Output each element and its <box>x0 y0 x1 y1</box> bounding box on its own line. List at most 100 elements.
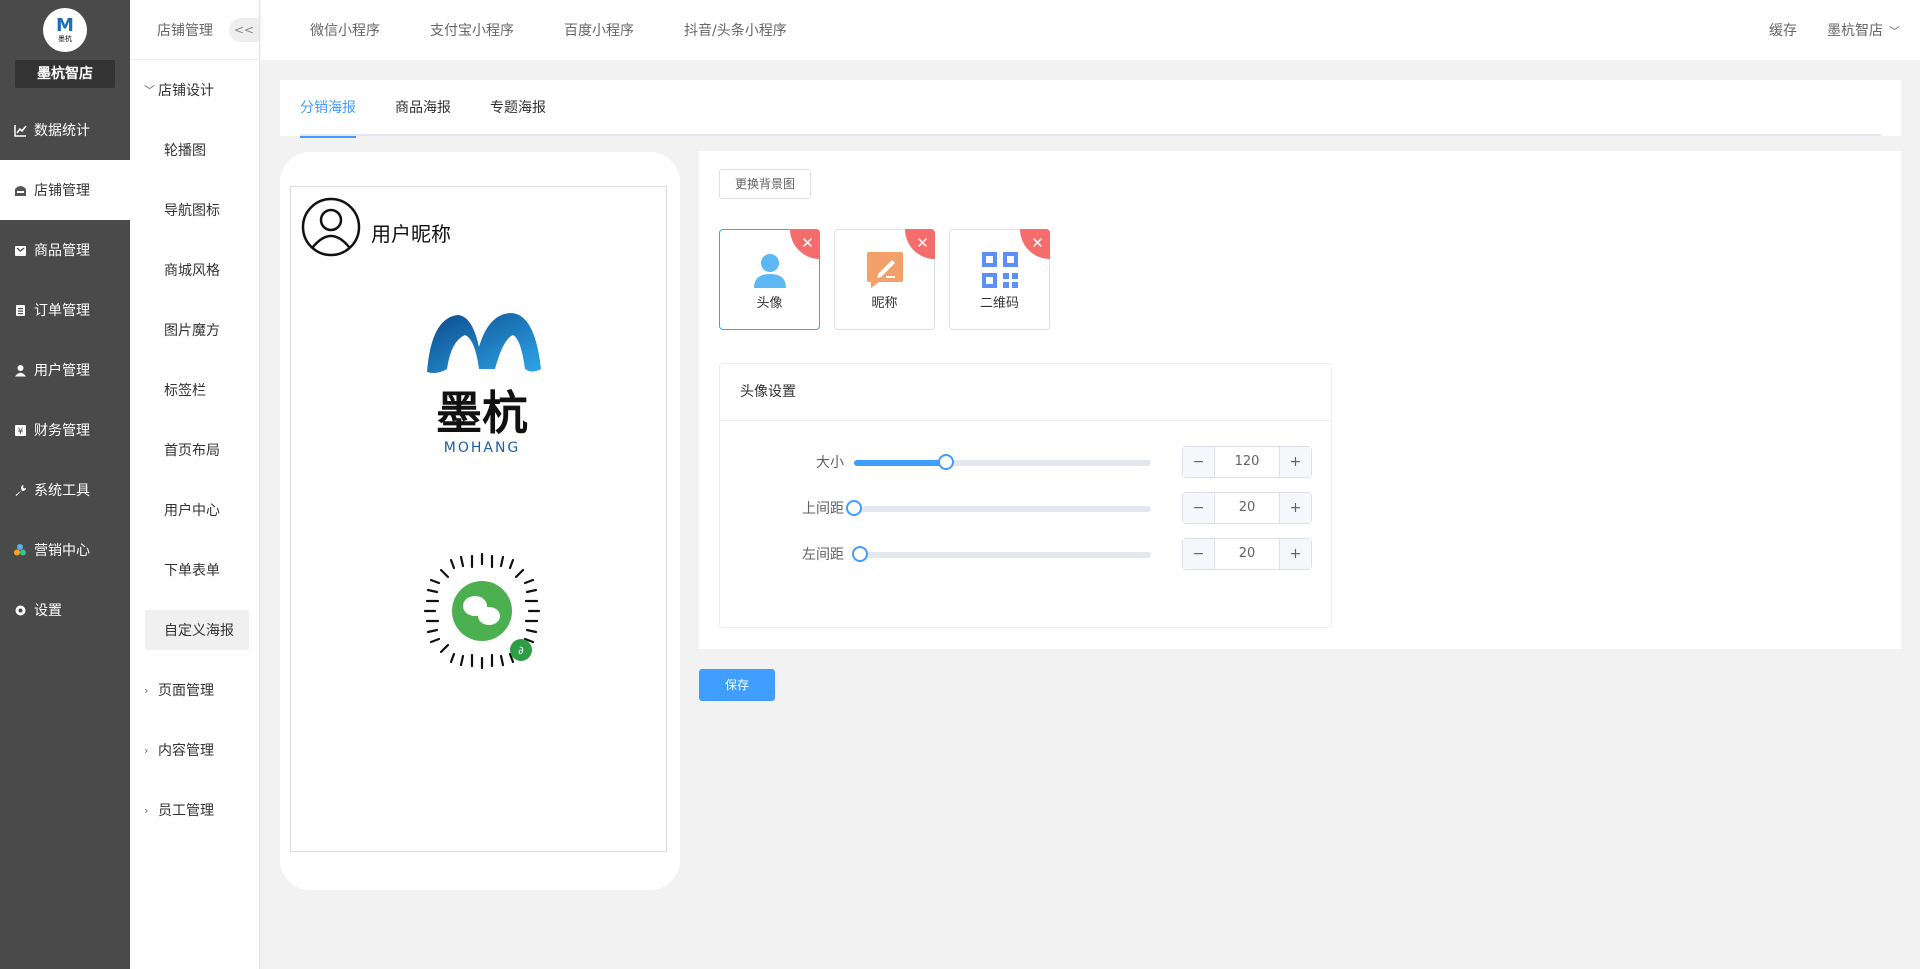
logo-chinese: 墨杭 <box>436 386 528 440</box>
top-bar: 微信小程序 支付宝小程序 百度小程序 抖音/头条小程序 缓存 墨杭智店 ﹀ <box>261 0 1920 60</box>
chevron-right-icon: › <box>144 803 149 817</box>
brand-logo-icon[interactable]: M 墨杭 <box>43 8 87 52</box>
group-content-management[interactable]: › 内容管理 <box>130 720 259 780</box>
nickname-icon <box>866 252 903 288</box>
left-margin-stepper[interactable]: − 20 + <box>1182 538 1312 570</box>
decrease-button[interactable]: − <box>1183 539 1215 569</box>
top-tab-wechat[interactable]: 微信小程序 <box>310 20 380 40</box>
sidebar-item-settings[interactable]: 设置 <box>0 580 130 640</box>
size-slider[interactable] <box>854 454 1151 470</box>
increase-button[interactable]: + <box>1279 539 1311 569</box>
setting-label: 上间距 <box>802 501 844 517</box>
setting-row-left-margin: 左间距 − 20 + <box>720 534 1333 574</box>
svg-text:¥: ¥ <box>17 427 23 437</box>
wrench-icon <box>12 482 28 498</box>
sidebar-item-goods[interactable]: 商品管理 <box>0 220 130 280</box>
sub-item-order-form[interactable]: 下单表单 <box>130 540 259 600</box>
miniprogram-qrcode-image[interactable]: ∂ <box>423 552 541 670</box>
nickname-text[interactable]: 用户昵称 <box>371 218 451 247</box>
sub-sidebar-header: 店铺管理 << <box>130 0 259 60</box>
tab-distribution-poster[interactable]: 分销海报 <box>300 80 356 138</box>
group-staff-management[interactable]: › 员工管理 <box>130 780 259 840</box>
group-label: 内容管理 <box>158 743 214 759</box>
logo-english: MOHANG <box>444 440 521 456</box>
sub-item-custom-poster[interactable]: 自定义海报 <box>145 610 249 650</box>
sidebar-item-store[interactable]: 店铺管理 <box>0 160 130 220</box>
sidebar-item-label: 用户管理 <box>34 363 90 379</box>
slider-handle[interactable] <box>851 546 868 562</box>
main-sidebar: M 墨杭 墨杭智店 数据统计 店铺管理 商品管理 订单管理 用户管理 ¥ 财务管… <box>0 0 130 969</box>
sidebar-item-label: 设置 <box>34 603 62 619</box>
logo-text: 墨杭 <box>58 35 72 43</box>
sub-sidebar-title: 店铺管理 <box>157 22 213 39</box>
size-stepper[interactable]: − 120 + <box>1182 446 1312 478</box>
poster-tabs: 分销海报 商品海报 专题海报 <box>300 80 1881 138</box>
delete-icon[interactable]: ✕ <box>1020 229 1050 259</box>
group-label: 店铺设计 <box>158 83 214 99</box>
poster-tabs-panel: 分销海报 商品海报 专题海报 <box>280 80 1901 138</box>
top-tab-baidu[interactable]: 百度小程序 <box>564 20 634 40</box>
avatar-icon[interactable] <box>301 197 361 257</box>
chevron-down-icon: ﹀ <box>1889 25 1900 38</box>
sidebar-item-users[interactable]: 用户管理 <box>0 340 130 400</box>
element-label: 昵称 <box>871 296 898 311</box>
sidebar-item-finance[interactable]: ¥ 财务管理 <box>0 400 130 460</box>
tab-topic-poster[interactable]: 专题海报 <box>490 80 546 136</box>
group-label: 页面管理 <box>158 683 214 699</box>
top-tab-douyin[interactable]: 抖音/头条小程序 <box>684 20 787 40</box>
left-margin-slider[interactable] <box>851 546 1151 562</box>
left-margin-input[interactable]: 20 <box>1215 539 1279 569</box>
element-card-avatar[interactable]: ✕ 头像 <box>719 229 820 330</box>
sub-item-tabbar[interactable]: 标签栏 <box>130 360 259 420</box>
user-name: 墨杭智店 <box>1827 23 1883 39</box>
sidebar-item-tools[interactable]: 系统工具 <box>0 460 130 520</box>
chart-icon <box>12 122 28 138</box>
sub-item-user-center[interactable]: 用户中心 <box>130 480 259 540</box>
size-input[interactable]: 120 <box>1215 447 1279 477</box>
sidebar-item-label: 店铺管理 <box>34 183 90 199</box>
increase-button[interactable]: + <box>1279 447 1311 477</box>
poster-editor: 更换背景图 ✕ 头像 ✕ 昵称 ✕ 二维码 头像设置 大小 − 120 + 上间… <box>699 151 1901 649</box>
sub-item-mall-style[interactable]: 商城风格 <box>130 240 259 300</box>
decrease-button[interactable]: − <box>1183 493 1215 523</box>
delete-icon[interactable]: ✕ <box>790 229 820 259</box>
finance-icon: ¥ <box>12 422 28 438</box>
sub-item-nav-icons[interactable]: 导航图标 <box>130 180 259 240</box>
element-card-nickname[interactable]: ✕ 昵称 <box>834 229 935 330</box>
sidebar-item-stats[interactable]: 数据统计 <box>0 100 130 160</box>
top-margin-stepper[interactable]: − 20 + <box>1182 492 1312 524</box>
sub-sidebar: 店铺管理 << ﹀ 店铺设计 轮播图 导航图标 商城风格 图片魔方 标签栏 首页… <box>130 0 260 969</box>
change-background-button[interactable]: 更换背景图 <box>719 169 812 199</box>
top-tab-alipay[interactable]: 支付宝小程序 <box>430 20 514 40</box>
save-button[interactable]: 保存 <box>699 669 775 701</box>
cache-button[interactable]: 缓存 <box>1769 20 1797 40</box>
sidebar-item-orders[interactable]: 订单管理 <box>0 280 130 340</box>
sidebar-item-marketing[interactable]: 营销中心 <box>0 520 130 580</box>
element-label: 头像 <box>756 296 783 311</box>
group-label: 员工管理 <box>158 803 214 819</box>
delete-icon[interactable]: ✕ <box>905 229 935 259</box>
increase-button[interactable]: + <box>1279 493 1311 523</box>
element-card-qrcode[interactable]: ✕ 二维码 <box>949 229 1050 330</box>
slider-handle[interactable] <box>846 500 862 516</box>
store-icon <box>12 182 28 198</box>
gear-icon <box>12 602 28 618</box>
top-margin-input[interactable]: 20 <box>1215 493 1279 523</box>
sub-item-image-cube[interactable]: 图片魔方 <box>130 300 259 360</box>
collapse-button[interactable]: << <box>229 18 259 42</box>
avatar-settings-panel: 头像设置 大小 − 120 + 上间距 − 20 + 左间距 − 20 + <box>719 363 1332 628</box>
decrease-button[interactable]: − <box>1183 447 1215 477</box>
group-page-management[interactable]: › 页面管理 <box>130 660 259 720</box>
sub-item-home-layout[interactable]: 首页布局 <box>130 420 259 480</box>
slider-handle[interactable] <box>938 454 955 470</box>
top-margin-slider[interactable] <box>846 500 1151 516</box>
avatar-icon <box>753 254 786 288</box>
poster-canvas: 用户昵称 墨杭 MOHANG ∂ <box>290 186 667 852</box>
sidebar-item-label: 商品管理 <box>34 243 90 259</box>
group-store-design[interactable]: ﹀ 店铺设计 <box>130 60 259 120</box>
tab-goods-poster[interactable]: 商品海报 <box>395 80 451 136</box>
user-icon <box>12 362 28 378</box>
sub-item-carousel[interactable]: 轮播图 <box>130 120 259 180</box>
store-name: 墨杭智店 <box>15 60 115 88</box>
user-menu[interactable]: 墨杭智店 ﹀ <box>1827 20 1900 40</box>
